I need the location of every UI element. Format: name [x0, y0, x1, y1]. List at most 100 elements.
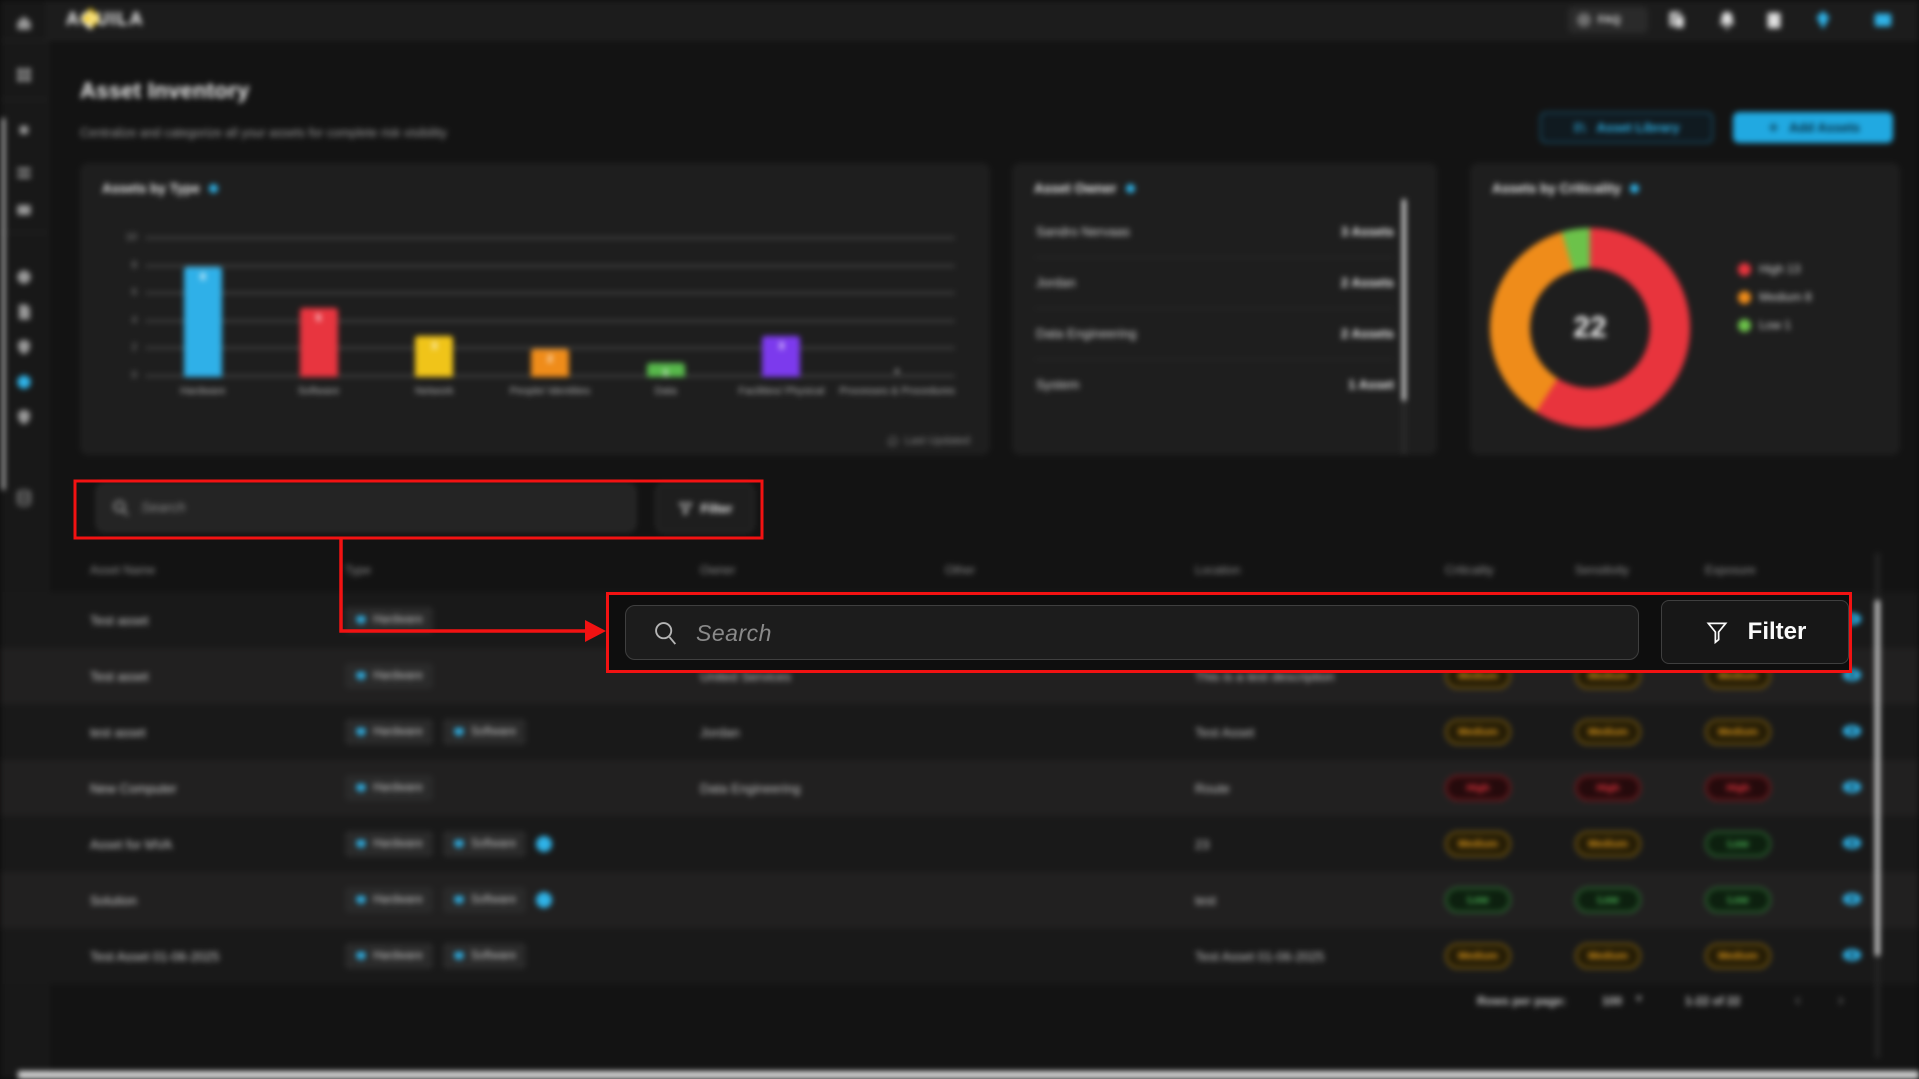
view-asset-button[interactable]	[1842, 779, 1862, 795]
view-asset-button[interactable]	[1842, 891, 1862, 907]
sidebar-item-globe-icon[interactable]	[14, 267, 34, 287]
prev-page-button[interactable]: ‹	[1795, 990, 1801, 1010]
owner-name: Sandro Nervaas	[1036, 224, 1130, 239]
column-header-other[interactable]: Other	[945, 563, 975, 577]
copy-icon[interactable]	[1666, 9, 1688, 31]
search-placeholder: Search	[141, 499, 185, 515]
type-chip: Software	[443, 719, 526, 745]
owner-row[interactable]: Jordan2 Assets	[1034, 258, 1394, 309]
bar-Software[interactable]: 5	[300, 308, 338, 377]
column-header-location[interactable]: Location	[1195, 563, 1240, 577]
zoom-callout: Search Filter	[606, 592, 1852, 673]
asset-library-button[interactable]: Asset Library	[1540, 112, 1713, 143]
bar-Data[interactable]: 1	[647, 363, 685, 377]
y-axis-tick: 2	[117, 342, 137, 353]
view-asset-button[interactable]	[1842, 947, 1862, 963]
table-row[interactable]: Asset for MVAHardwareSoftware23MediumMed…	[0, 816, 1919, 872]
more-types-badge[interactable]	[536, 836, 552, 852]
owner-row[interactable]: System1 Asset	[1034, 360, 1394, 411]
eye-icon	[1842, 835, 1862, 851]
sidebar-item-card-icon[interactable]	[14, 200, 34, 220]
aquila-logo[interactable]: AQUILA	[66, 9, 144, 30]
table-row[interactable]: SolutionHardwareSoftwaretestLowLowLow	[0, 872, 1919, 928]
grid-menu-icon[interactable]	[1872, 9, 1894, 31]
sidebar-item-home-icon[interactable]	[14, 13, 34, 33]
topbar-faq-pill[interactable]: FAQ	[1568, 7, 1648, 33]
owner-asset-count: 2 Assets	[1341, 275, 1394, 290]
view-asset-button[interactable]	[1842, 723, 1862, 739]
view-asset-button[interactable]	[1842, 835, 1862, 851]
asset-type-icon	[453, 726, 465, 738]
more-types-badge[interactable]	[536, 892, 552, 908]
bell-icon[interactable]	[1716, 9, 1738, 31]
bar-Facilities/ Physical[interactable]: 3	[762, 336, 800, 377]
table-scrollbar-thumb[interactable]	[1875, 600, 1880, 956]
y-axis-tick: 8	[117, 260, 137, 271]
legend-item-medium: Medium 8	[1738, 283, 1812, 311]
owner-row[interactable]: Sandro Nervaas3 Assets	[1034, 207, 1394, 258]
gem-icon[interactable]	[1812, 9, 1834, 31]
column-header-asset-name[interactable]: Asset Name	[90, 563, 155, 577]
asset-name-cell: New Computer	[90, 781, 177, 796]
asset-name-cell: Test asset	[90, 613, 149, 628]
criticality-legend: High 13Medium 8Low 1	[1738, 255, 1812, 339]
sidebar-item-dashboard-icon[interactable]	[14, 65, 34, 85]
asset-type-icon	[453, 838, 465, 850]
assets-by-type-title: Assets by Type	[102, 181, 218, 196]
next-page-button[interactable]: ›	[1838, 990, 1844, 1010]
table-row[interactable]: test assetHardwareSoftwareJordanTest Ass…	[0, 704, 1919, 760]
callout-search-input[interactable]: Search	[625, 605, 1639, 660]
search-icon	[111, 498, 131, 518]
y-axis-tick: 0	[117, 370, 137, 381]
filter-button[interactable]: Filter	[656, 483, 754, 533]
type-chip: Software	[443, 943, 526, 969]
table-row[interactable]: New ComputerHardwareData EngineeringRout…	[0, 760, 1919, 816]
info-dot-icon[interactable]	[209, 184, 218, 193]
sidebar-item-document-icon[interactable]	[14, 302, 34, 322]
sidebar-item-asset-inventory-icon[interactable]	[14, 372, 34, 392]
pagination-bar: Rows per page: 100 ▼ 1-22 of 22 ‹ ›	[1450, 990, 1890, 1012]
exposure-badge: Medium	[1705, 943, 1771, 969]
sidebar-scrollbar[interactable]	[2, 118, 5, 490]
callout-search-placeholder: Search	[696, 620, 772, 647]
library-icon	[1573, 120, 1588, 135]
type-chip: Hardware	[345, 607, 433, 633]
type-cell: Hardware	[345, 663, 433, 689]
column-header-sensitivity[interactable]: Sensitivity	[1575, 563, 1629, 577]
rows-per-page-value[interactable]: 100	[1602, 994, 1622, 1008]
sidebar-item-badge-icon[interactable]	[14, 407, 34, 427]
plus-icon	[1766, 120, 1781, 135]
type-cell: Hardware	[345, 775, 433, 801]
add-assets-button[interactable]: Add Assets	[1733, 112, 1893, 143]
sidebar-item-cube-icon[interactable]	[14, 120, 34, 140]
last-updated-link[interactable]: Last Updated	[887, 435, 970, 447]
info-dot-icon[interactable]	[1126, 184, 1135, 193]
asset-type-icon	[355, 782, 367, 794]
package-icon[interactable]	[1763, 9, 1785, 31]
table-row[interactable]: Test Asset 01-06-2025HardwareSoftwareTes…	[0, 928, 1919, 984]
column-header-exposure[interactable]: Exposure	[1705, 563, 1756, 577]
rows-per-page-caret-icon[interactable]: ▼	[1634, 994, 1644, 1005]
owner-row[interactable]: Data Engineering2 Assets	[1034, 309, 1394, 360]
legend-label: Medium 8	[1759, 290, 1812, 304]
owner-scrollbar-thumb[interactable]	[1402, 199, 1406, 401]
asset-type-icon	[355, 950, 367, 962]
column-header-owner[interactable]: Owner	[700, 563, 735, 577]
sidebar-item-database-icon[interactable]	[14, 488, 34, 508]
callout-filter-button[interactable]: Filter	[1661, 600, 1849, 664]
column-header-criticality[interactable]: Criticality	[1445, 563, 1494, 577]
asset-name-cell: Test Asset 01-06-2025	[90, 949, 219, 964]
x-axis-label: Data	[601, 385, 731, 397]
horizontal-scrollbar[interactable]	[18, 1071, 1919, 1079]
bar-Network[interactable]: 3	[415, 336, 453, 377]
column-header-type[interactable]: Type	[345, 563, 371, 577]
app-screenshot: AQUILA FAQ Asset Inventory Centralize an…	[0, 0, 1919, 1079]
search-input[interactable]: Search	[96, 483, 636, 532]
sidebar-item-list-icon[interactable]	[14, 163, 34, 183]
bar-Hardware[interactable]: 8	[184, 267, 222, 377]
bar-People/ Identities[interactable]: 2	[531, 349, 569, 377]
sidebar-item-shield-icon[interactable]	[14, 337, 34, 357]
exposure-badge: Low	[1705, 831, 1771, 857]
owner-name: System	[1036, 377, 1079, 392]
info-dot-icon[interactable]	[1630, 184, 1639, 193]
